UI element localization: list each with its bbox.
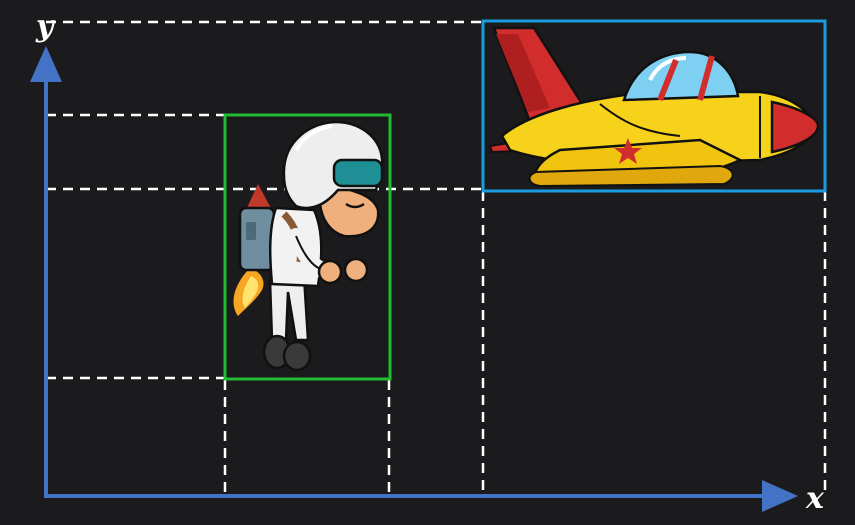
fighter-jet-image	[488, 26, 820, 188]
y-axis-label: y	[36, 9, 54, 44]
diagram-canvas	[30, 19, 827, 512]
x-axis-label: x	[806, 481, 824, 516]
jetpack-character-image	[233, 120, 384, 372]
diagram-stage: y x	[0, 0, 855, 525]
